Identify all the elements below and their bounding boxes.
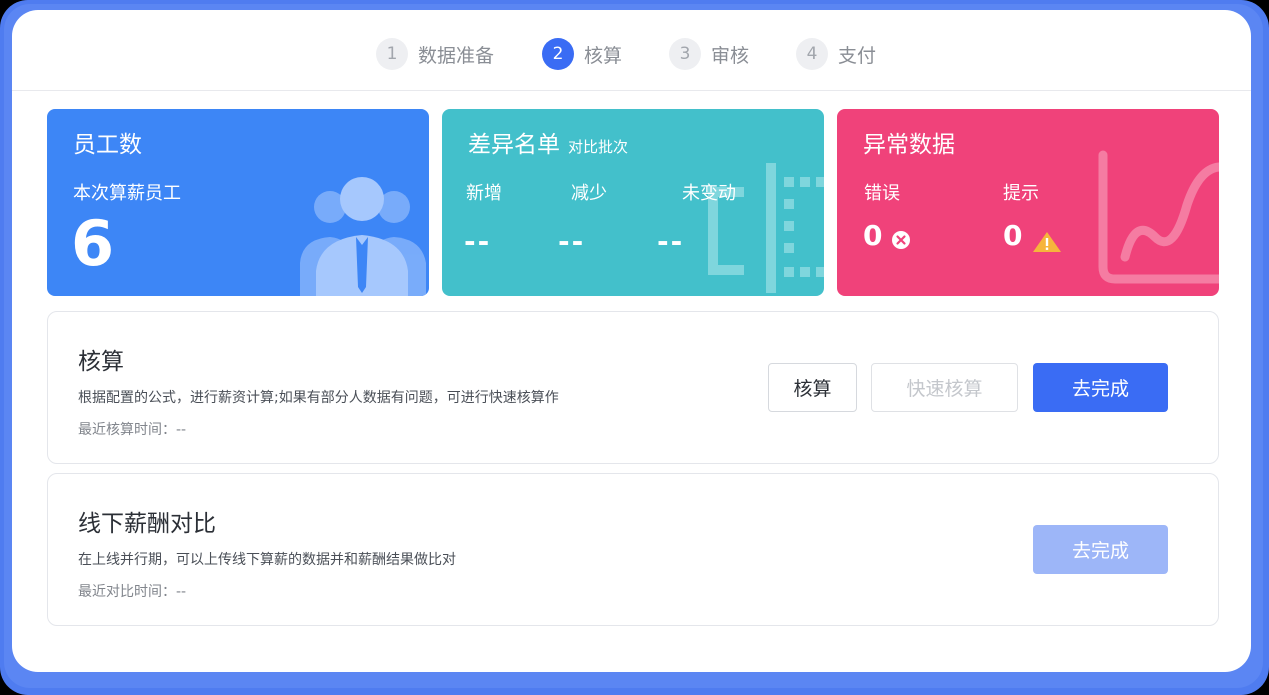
card-title-row: 差异名单 对比批次 — [468, 125, 628, 159]
step-calc[interactable]: 2 核算 — [542, 36, 622, 72]
compare-icon — [708, 163, 824, 293]
warning-icon[interactable] — [1032, 231, 1062, 253]
diff-unchanged-label: 未变动 — [682, 183, 736, 204]
anomaly-data-card[interactable]: 异常数据 错误 提示 0 0 — [837, 109, 1219, 296]
step-review[interactable]: 3 审核 — [669, 36, 749, 72]
last-compare-time: 最近对比时间：-- — [78, 584, 187, 600]
error-count: 0 — [863, 219, 883, 252]
section-description: 在上线并行期，可以上传线下算薪的数据并和薪酬结果做比对 — [78, 552, 456, 568]
chart-line-icon — [1098, 150, 1219, 284]
window-frame: 1 数据准备 2 核算 3 审核 4 支付 员工数 本次算薪员工 6 差异名单 … — [0, 0, 1269, 695]
section-description: 根据配置的公式，进行薪资计算;如果有部分人数据有问题，可进行快速核算作 — [78, 390, 559, 406]
hint-count: 0 — [1003, 219, 1023, 252]
step-label: 数据准备 — [418, 44, 495, 67]
step-number: 1 — [376, 38, 408, 70]
card-title: 差异名单 — [468, 132, 560, 158]
hint-label: 提示 — [1003, 183, 1039, 204]
step-data-prep[interactable]: 1 数据准备 — [376, 36, 494, 72]
card-title: 员工数 — [73, 132, 142, 158]
step-label: 审核 — [711, 44, 750, 67]
diff-unchanged-value: -- — [657, 225, 685, 258]
step-pay[interactable]: 4 支付 — [796, 36, 876, 72]
card-subtitle: 本次算薪员工 — [73, 183, 181, 204]
steps-divider — [12, 90, 1251, 91]
error-icon[interactable] — [891, 230, 911, 250]
employee-count-card[interactable]: 员工数 本次算薪员工 6 — [47, 109, 429, 296]
section-title: 线下薪酬对比 — [78, 511, 216, 537]
step-number: 2 — [542, 38, 574, 70]
error-label: 错误 — [864, 183, 900, 204]
calc-button[interactable]: 核算 — [768, 363, 857, 412]
diff-removed-label: 减少 — [571, 183, 607, 204]
calc-section: 核算 根据配置的公式，进行薪资计算;如果有部分人数据有问题，可进行快速核算作 最… — [47, 311, 1219, 464]
offline-compare-section: 线下薪酬对比 在上线并行期，可以上传线下算薪的数据并和薪酬结果做比对 最近对比时… — [47, 473, 1219, 626]
complete-button[interactable]: 去完成 — [1033, 363, 1168, 412]
step-number: 4 — [796, 38, 828, 70]
diff-removed-value: -- — [558, 225, 586, 258]
compare-batch-link[interactable]: 对比批次 — [568, 138, 628, 156]
step-label: 支付 — [838, 44, 877, 67]
section-title: 核算 — [78, 349, 124, 375]
last-calc-time: 最近核算时间：-- — [78, 422, 187, 438]
card-title: 异常数据 — [863, 132, 955, 158]
main-panel: 1 数据准备 2 核算 3 审核 4 支付 员工数 本次算薪员工 6 差异名单 … — [12, 10, 1251, 672]
complete-button[interactable]: 去完成 — [1033, 525, 1168, 574]
step-number: 3 — [669, 38, 701, 70]
employee-count-value: 6 — [71, 207, 115, 280]
diff-list-card[interactable]: 差异名单 对比批次 新增 减少 未变动 -- -- -- — [442, 109, 824, 296]
steps-bar: 1 数据准备 2 核算 3 审核 4 支付 — [12, 36, 1251, 72]
diff-added-label: 新增 — [466, 183, 502, 204]
quick-calc-button[interactable]: 快速核算 — [871, 363, 1018, 412]
diff-added-value: -- — [464, 225, 492, 258]
users-icon — [300, 177, 426, 296]
step-label: 核算 — [584, 44, 623, 67]
